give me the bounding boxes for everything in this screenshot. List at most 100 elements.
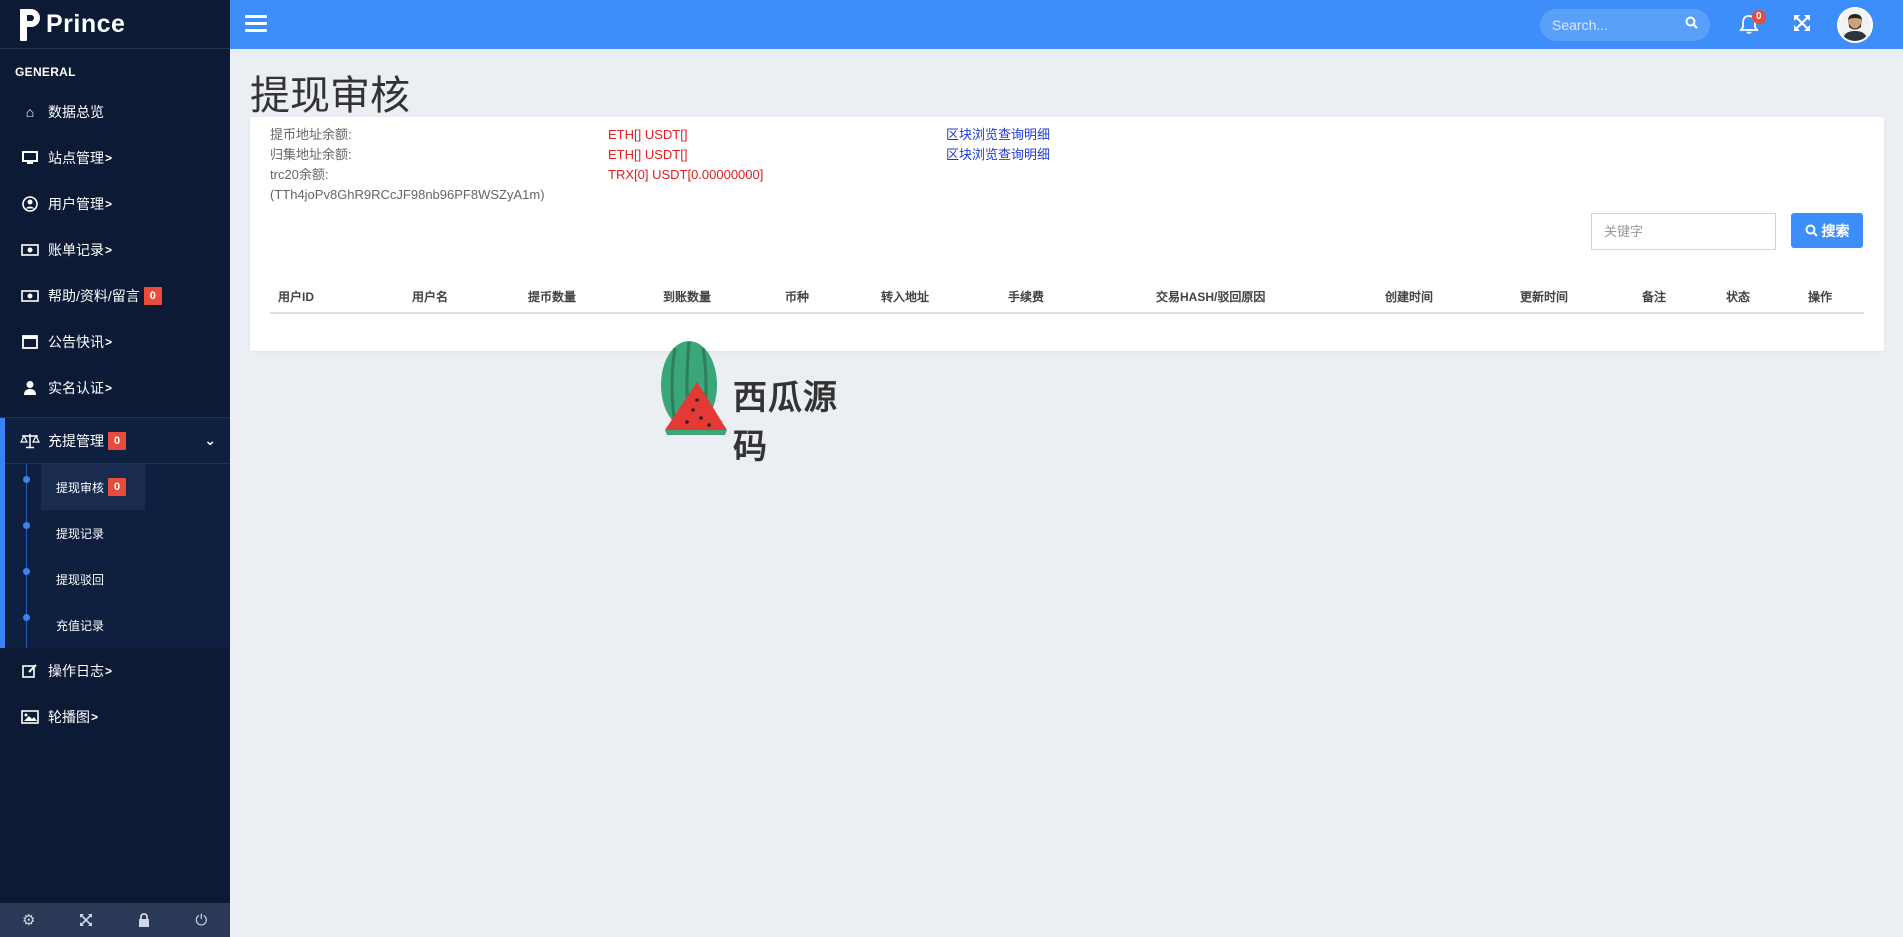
sidebar-item-dashboard[interactable]: ⌂ 数据总览	[0, 89, 230, 135]
info-label: 归集地址余额:	[270, 147, 352, 162]
info-label: 提币地址余额:	[270, 127, 352, 142]
submenu-item-withdraw-review[interactable]: 提现审核 0	[5, 464, 230, 510]
sidebar-item-label: 操作日志	[48, 663, 104, 679]
submenu-item-label: 充值记录	[56, 618, 105, 633]
balance-scale-icon	[20, 433, 40, 449]
bullet-dot-icon	[23, 476, 30, 483]
brand[interactable]: Prince	[0, 0, 230, 49]
user-circle-icon	[20, 196, 40, 212]
home-icon: ⌂	[25, 104, 35, 120]
sidebar-item-logs[interactable]: 操作日志 >	[0, 648, 230, 694]
chevron-right-icon: >	[105, 197, 113, 211]
edit-icon	[20, 663, 40, 679]
sidebar-item-help[interactable]: 帮助/资料/留言 0	[0, 273, 230, 319]
lock-icon[interactable]	[115, 903, 173, 937]
money-icon	[20, 288, 40, 304]
monitor-icon	[20, 150, 40, 166]
info-value: TRX[0] USDT[0.00000000]	[608, 167, 764, 182]
bullet-dot-icon	[23, 614, 30, 621]
block-explorer-link[interactable]: 区块浏览查询明细	[946, 145, 1050, 165]
sidebar-item-deposit-withdraw[interactable]: 充提管理 0 ⌄	[5, 418, 230, 464]
page-title: 提现审核	[250, 74, 410, 118]
topbar: 0	[230, 0, 1903, 49]
info-value: ETH[] USDT[]	[608, 127, 688, 142]
expand-icon[interactable]	[58, 903, 116, 937]
column-header[interactable]: 交易HASH/驳回原因	[1156, 288, 1265, 305]
chevron-right-icon: >	[105, 664, 113, 678]
sidebar-item-bills[interactable]: 账单记录 >	[0, 227, 230, 273]
hamburger-menu-icon[interactable]	[245, 15, 267, 33]
column-header[interactable]: 状态	[1726, 288, 1750, 305]
sidebar-item-label: 用户管理	[48, 196, 104, 212]
user-icon	[20, 380, 40, 396]
count-badge: 0	[143, 287, 162, 305]
sidebar-item-label: 公告快讯	[48, 334, 104, 350]
sidebar-item-label: 帮助/资料/留言	[48, 288, 140, 304]
column-header[interactable]: 更新时间	[1520, 288, 1568, 305]
image-icon	[20, 709, 40, 725]
sidebar-item-label: 账单记录	[48, 242, 104, 258]
search-icon[interactable]	[1685, 16, 1698, 32]
sidebar-section-title: GENERAL	[15, 65, 76, 79]
brand-name: Prince	[46, 9, 126, 38]
prince-logo-icon	[18, 7, 44, 41]
sidebar-menu: ⌂ 数据总览 站点管理 > 用户管理 > 账单记录 > 帮助/资料/留言 0 公…	[0, 89, 230, 411]
column-header[interactable]: 备注	[1642, 288, 1666, 305]
power-icon[interactable]: ⏻	[173, 903, 231, 937]
notification-badge: 0	[1752, 10, 1766, 24]
column-header[interactable]: 币种	[785, 288, 809, 305]
column-header[interactable]: 提币数量	[528, 288, 576, 305]
sidebar-item-users[interactable]: 用户管理 >	[0, 181, 230, 227]
watermark-text: 西瓜源码	[733, 379, 838, 466]
chevron-right-icon: >	[105, 151, 113, 165]
sidebar-item-carousel[interactable]: 轮播图 >	[0, 694, 230, 740]
sidebar-group-deposit-withdraw: 充提管理 0 ⌄ 提现审核 0 提现记录 提现驳回 充值记录	[0, 418, 230, 648]
sidebar-item-kyc[interactable]: 实名认证 >	[0, 365, 230, 411]
sidebar-item-label: 数据总览	[48, 104, 104, 120]
avatar[interactable]	[1837, 7, 1873, 43]
info-label: trc20余额:	[270, 167, 329, 182]
watermelon-logo-icon	[661, 341, 727, 435]
submenu-item-label: 提现审核	[56, 480, 105, 495]
search-icon	[1805, 224, 1818, 237]
fullscreen-icon[interactable]	[1793, 14, 1811, 37]
column-header[interactable]: 用户ID	[278, 288, 314, 305]
sidebar-item-label: 轮播图	[48, 709, 90, 725]
column-header[interactable]: 到账数量	[663, 288, 711, 305]
sidebar-item-announcements[interactable]: 公告快讯 >	[0, 319, 230, 365]
keyword-input[interactable]	[1591, 213, 1776, 250]
submenu: 提现审核 0 提现记录 提现驳回 充值记录	[5, 464, 230, 648]
window-icon	[20, 334, 40, 350]
count-badge: 0	[108, 431, 127, 450]
chevron-right-icon: >	[105, 335, 113, 349]
chevron-right-icon: >	[91, 710, 99, 724]
search-input[interactable]	[1552, 17, 1682, 33]
watermark: 西瓜源码	[655, 340, 855, 466]
submenu-item-deposit-records[interactable]: 充值记录	[5, 602, 230, 648]
info-value: ETH[] USDT[]	[608, 147, 688, 162]
money-icon	[20, 242, 40, 258]
submenu-item-label: 提现记录	[56, 526, 105, 541]
submenu-item-label: 提现驳回	[56, 572, 105, 587]
bullet-dot-icon	[23, 568, 30, 575]
column-header[interactable]: 用户名	[412, 288, 448, 305]
sidebar-item-label: 实名认证	[48, 380, 104, 396]
sidebar-item-label: 充提管理	[48, 432, 104, 449]
block-explorer-link[interactable]: 区块浏览查询明细	[946, 125, 1050, 145]
column-header[interactable]: 创建时间	[1385, 288, 1433, 305]
count-badge: 0	[108, 478, 127, 496]
column-header[interactable]: 操作	[1808, 288, 1832, 305]
table-header: 用户ID 用户名 提币数量 到账数量 币种 转入地址 手续费 交易HASH/驳回…	[270, 280, 1864, 314]
chevron-right-icon: >	[105, 381, 113, 395]
sidebar-footer: ⚙ ⏻	[0, 903, 230, 937]
sidebar: Prince GENERAL ⌂ 数据总览 站点管理 > 用户管理 > 账单记录	[0, 0, 230, 937]
search-button[interactable]: 搜索	[1791, 213, 1863, 248]
trc20-address: (TTh4joPv8GhR9RCcJF98nb96PF8WSZyA1m)	[270, 187, 545, 202]
submenu-item-withdraw-rejected[interactable]: 提现驳回	[5, 556, 230, 602]
column-header[interactable]: 转入地址	[881, 288, 929, 305]
gear-icon[interactable]: ⚙	[0, 903, 58, 937]
sidebar-item-label: 站点管理	[48, 150, 104, 166]
column-header[interactable]: 手续费	[1008, 288, 1044, 305]
sidebar-item-site[interactable]: 站点管理 >	[0, 135, 230, 181]
submenu-item-withdraw-records[interactable]: 提现记录	[5, 510, 230, 556]
